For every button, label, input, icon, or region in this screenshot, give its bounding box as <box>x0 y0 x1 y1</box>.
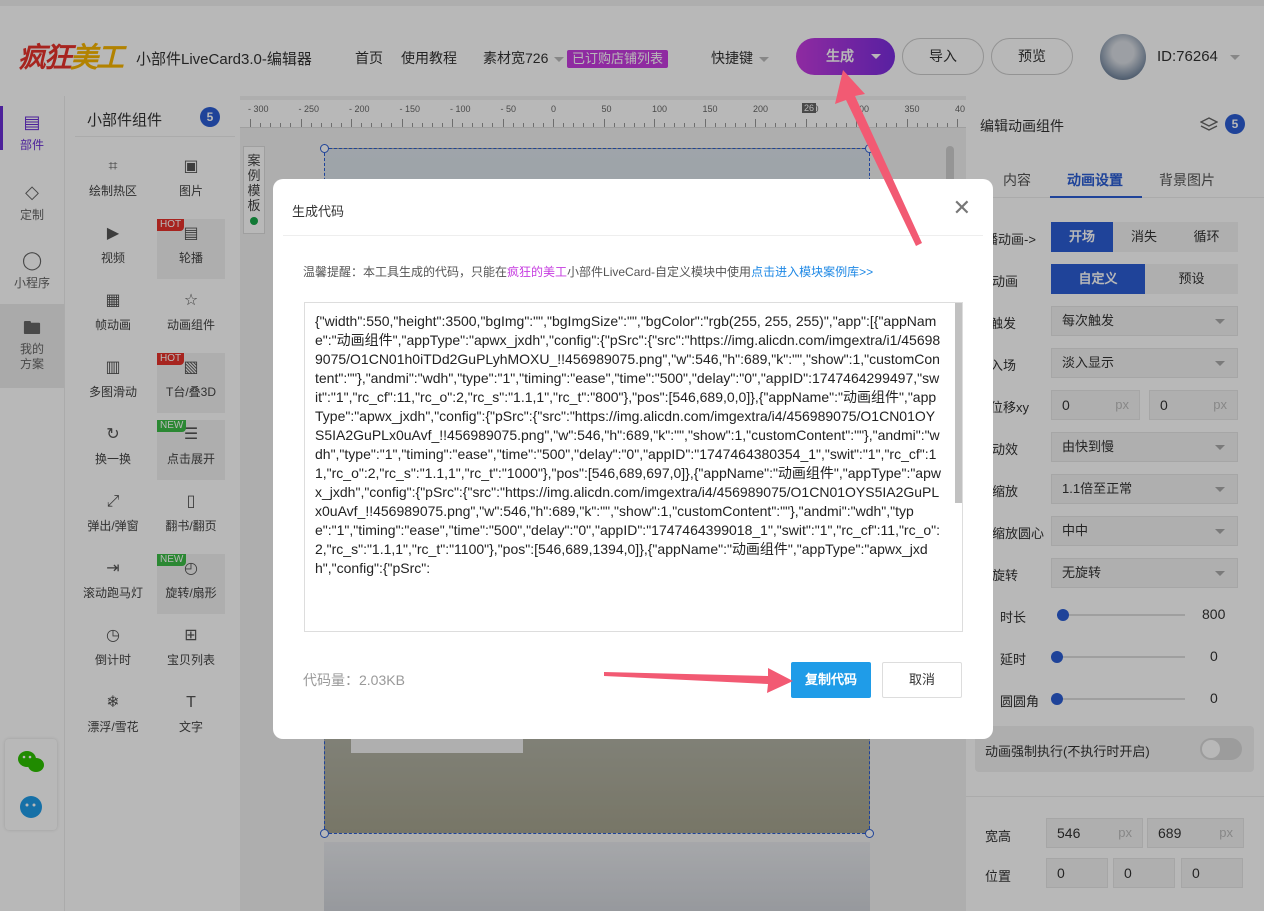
code-scrollbar[interactable] <box>955 303 962 503</box>
case-library-link[interactable]: 点击进入模块案例库>> <box>751 265 873 279</box>
dialog-title: 生成代码 <box>292 204 345 219</box>
copy-code-button[interactable]: 复制代码 <box>791 662 871 698</box>
dialog-tip: 温馨提醒：本工具生成的代码，只能在疯狂的美工小部件LiveCard-自定义模块中… <box>303 265 874 279</box>
code-size: 代码量：2.03KB <box>303 672 405 688</box>
generate-code-dialog: 生成代码 ✕ 温馨提醒：本工具生成的代码，只能在疯狂的美工小部件LiveCard… <box>273 179 993 739</box>
cancel-button[interactable]: 取消 <box>882 662 962 698</box>
generated-code-textarea[interactable]: {"width":550,"height":3500,"bgImg":"","b… <box>304 302 963 632</box>
close-icon[interactable]: ✕ <box>953 197 971 219</box>
brand-link[interactable]: 疯狂的美工 <box>507 265 567 279</box>
